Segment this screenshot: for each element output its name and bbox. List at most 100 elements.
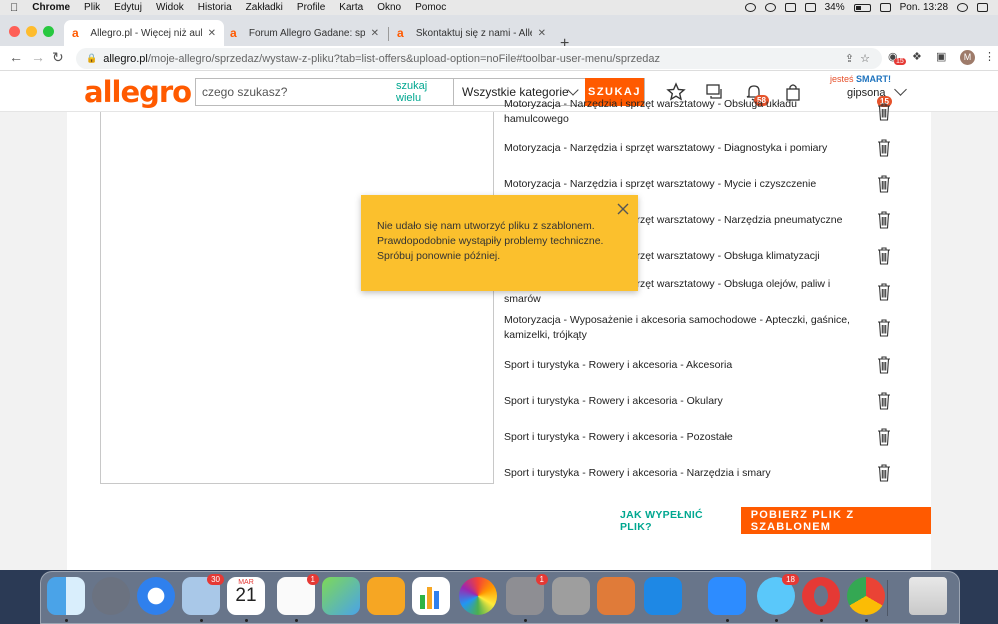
- menu-widok[interactable]: Widok: [156, 2, 184, 13]
- reminders-icon[interactable]: 1: [277, 574, 319, 615]
- menu-okno[interactable]: Okno: [377, 2, 401, 13]
- close-window-button[interactable]: [9, 26, 20, 37]
- window-controls: [9, 26, 54, 37]
- trash-icon[interactable]: [877, 392, 891, 410]
- trash-icon[interactable]: [877, 247, 891, 265]
- reminders-badge: 1: [306, 574, 319, 585]
- maps-icon[interactable]: [322, 577, 360, 615]
- menubar-clock[interactable]: Pon. 13:28: [900, 2, 948, 13]
- battery-icon[interactable]: [853, 3, 871, 12]
- running-indicator: [524, 619, 527, 622]
- control-center-icon[interactable]: [977, 3, 988, 12]
- category-label: Motoryzacja - Narzędzia i sprzęt warszta…: [504, 177, 817, 190]
- siri-icon[interactable]: [957, 3, 968, 12]
- zoom-icon[interactable]: [708, 577, 746, 615]
- photos-icon[interactable]: [459, 577, 497, 615]
- download-template-button[interactable]: POBIERZ PLIK Z SZABLONEM: [740, 507, 931, 534]
- trash-bin-icon[interactable]: [909, 577, 947, 615]
- menu-pomoc[interactable]: Pomoc: [415, 2, 446, 13]
- back-arrow-icon[interactable]: ←: [9, 49, 23, 65]
- share-icon[interactable]: ⇪: [845, 52, 854, 65]
- tab-allegro-home[interactable]: a Allegro.pl - Więcej niż aukcje. N ✕: [64, 20, 224, 46]
- trash-icon[interactable]: [877, 428, 891, 446]
- numbers-icon[interactable]: [412, 577, 450, 615]
- search-multi-link[interactable]: szukaj wielu: [394, 79, 454, 105]
- menu-profile[interactable]: Profile: [297, 2, 325, 13]
- flag-icon[interactable]: [879, 3, 891, 12]
- mail-icon[interactable]: 30: [182, 574, 224, 615]
- calculator-icon[interactable]: [552, 577, 590, 615]
- menu-historia[interactable]: Historia: [198, 2, 232, 13]
- calendar-icon[interactable]: MAR 21: [227, 577, 265, 615]
- address-bar[interactable]: 🔒 allegro.pl/moje-allegro/sprzedaz/wysta…: [76, 48, 882, 69]
- close-tab-icon[interactable]: ✕: [371, 28, 379, 39]
- apple-menu-icon[interactable]: : [10, 2, 18, 14]
- main-content-card: Motoryzacja - Narzędzia i sprzęt warszta…: [67, 98, 931, 570]
- finder-icon[interactable]: [47, 577, 85, 615]
- app-store-icon[interactable]: [644, 577, 682, 615]
- status-circle-icon[interactable]: [744, 3, 756, 12]
- lock-icon[interactable]: 🔒: [86, 53, 97, 64]
- volume-icon[interactable]: [804, 3, 816, 12]
- close-icon[interactable]: [616, 202, 630, 216]
- search-input[interactable]: [196, 79, 394, 105]
- macos-menubar:  Chrome Plik Edytuj Widok Historia Zakł…: [0, 0, 998, 15]
- menu-edytuj[interactable]: Edytuj: [114, 2, 142, 13]
- trash-icon[interactable]: [877, 283, 891, 301]
- zoom-window-button[interactable]: [43, 26, 54, 37]
- smart-label: SMART!: [856, 74, 892, 84]
- how-to-fill-link[interactable]: JAK WYPEŁNIĆ PLIK?: [620, 509, 727, 533]
- category-row: Motoryzacja - Narzędzia i sprzęt warszta…: [504, 98, 924, 125]
- menu-plik[interactable]: Plik: [84, 2, 100, 13]
- bookmark-star-icon[interactable]: ☆: [860, 52, 870, 65]
- running-indicator: [775, 619, 778, 622]
- menu-karta[interactable]: Karta: [339, 2, 363, 13]
- creative-cloud-icon[interactable]: [764, 3, 776, 12]
- trash-icon[interactable]: [877, 211, 891, 229]
- keynote-icon[interactable]: [597, 577, 635, 615]
- wifi-icon[interactable]: [784, 3, 796, 12]
- url-host: allegro.pl: [103, 52, 148, 65]
- tab-contact[interactable]: a Skontaktuj się z nami - Allegro ✕: [389, 20, 554, 46]
- safari-icon[interactable]: [137, 577, 175, 615]
- trash-icon[interactable]: [877, 319, 891, 337]
- sidebar-panel-icon[interactable]: ▣: [936, 50, 951, 65]
- profile-avatar[interactable]: M: [960, 50, 975, 65]
- trash-icon[interactable]: [877, 464, 891, 482]
- allegro-favicon-icon: a: [397, 26, 404, 40]
- macos-dock: 30 MAR 21 1 1 18: [40, 571, 960, 624]
- user-chevron-down-icon[interactable]: [894, 83, 907, 96]
- menu-zakladki[interactable]: Zakładki: [246, 2, 283, 13]
- trash-icon[interactable]: [877, 103, 891, 121]
- opera-icon[interactable]: [802, 577, 840, 615]
- allegro-logo[interactable]: allegro: [84, 75, 192, 109]
- close-tab-icon[interactable]: ✕: [538, 28, 546, 39]
- trash-icon[interactable]: [877, 139, 891, 157]
- menu-app-name[interactable]: Chrome: [32, 2, 70, 13]
- menubar-status-area: 34% Pon. 13:28: [744, 0, 988, 15]
- preview-icon[interactable]: [367, 577, 405, 615]
- trash-icon[interactable]: [877, 356, 891, 374]
- prefs-badge: 1: [535, 574, 548, 585]
- category-row: Motoryzacja - Narzędzia i sprzęt warszta…: [504, 174, 924, 194]
- extension-shield-icon[interactable]: ◉ 15: [888, 50, 906, 65]
- puzzle-extensions-icon[interactable]: ❖: [912, 50, 927, 65]
- kebab-menu-icon[interactable]: ⋮: [984, 50, 998, 65]
- running-indicator: [245, 619, 248, 622]
- category-label: Motoryzacja - Narzędzia i sprzęt warszta…: [504, 141, 828, 154]
- category-row: Motoryzacja - Wyposażenie i akcesoria sa…: [504, 312, 924, 344]
- tab-forum[interactable]: a Forum Allegro Gadane: społeczn ✕: [222, 20, 387, 46]
- chrome-icon[interactable]: [847, 577, 885, 615]
- chevron-down-icon: [567, 84, 579, 96]
- category-label: Motoryzacja - Narzędzia i sprzęt warszta…: [504, 98, 797, 125]
- trash-icon[interactable]: [877, 175, 891, 193]
- forward-arrow-icon[interactable]: →: [31, 49, 45, 65]
- messages-badge: 18: [782, 574, 799, 585]
- launchpad-icon[interactable]: [92, 577, 130, 615]
- messages-app-icon[interactable]: 18: [757, 574, 799, 615]
- minimize-window-button[interactable]: [26, 26, 37, 37]
- reload-icon[interactable]: ↻: [52, 49, 64, 66]
- error-toast: Nie udało się nam utworzyć pliku z szabl…: [361, 195, 638, 291]
- close-tab-icon[interactable]: ✕: [208, 28, 216, 39]
- system-preferences-icon[interactable]: 1: [506, 574, 548, 615]
